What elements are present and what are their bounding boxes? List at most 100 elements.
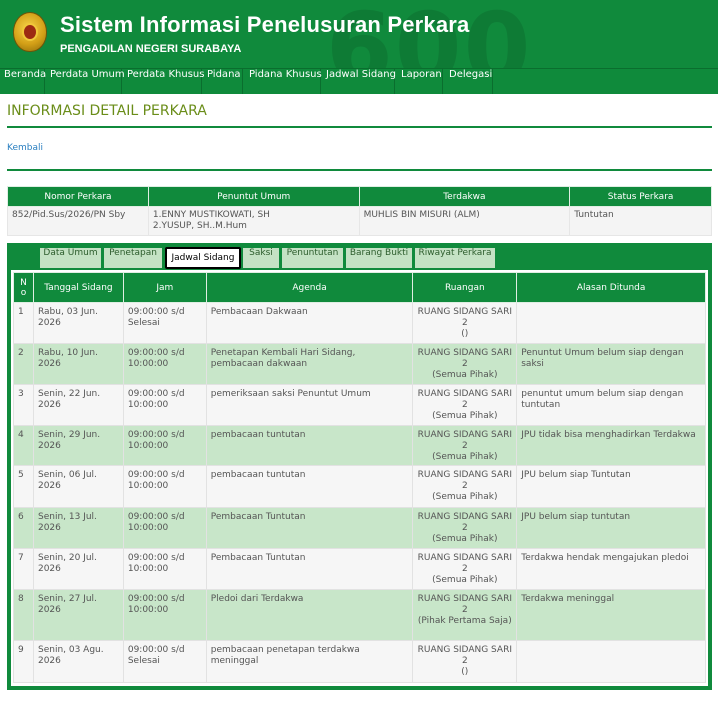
tab-data-umum[interactable]: Data Umum [39, 247, 102, 269]
table-row: 1 Rabu, 03 Jun. 2026 09:00:00 s/d Selesai P… [13, 302, 706, 344]
row-agenda: pembacaan penetapan terdakwa meninggal [205, 640, 414, 683]
col-terdakwa: Terdakwa [358, 186, 571, 207]
row-agenda: Pembacaan Tuntutan [205, 507, 414, 549]
row-alasan: penuntut umum belum siap dengan tuntutan [516, 384, 706, 426]
nav-perdata-umum[interactable]: Perdata Umum [46, 69, 125, 94]
table-row: 4 Senin, 29 Jun. 2026 09:00:00 s/d 10:00:0… [13, 425, 706, 466]
row-ruangan-pihak: () [461, 329, 469, 339]
nav-pidana-khusus[interactable]: Pidana Khusus [245, 69, 322, 94]
row-tanggal: Rabu, 03 Jun. 2026 [32, 302, 124, 344]
row-tanggal: Senin, 22 Jun. 2026 [32, 384, 124, 426]
nav-pidana[interactable]: Pidana [203, 69, 243, 94]
row-agenda: pembacaan tuntutan [205, 465, 414, 508]
row-ruangan: RUANG SIDANG SARI 2 (Semua Pihak) [412, 548, 518, 590]
site-header: 600 Sistem Informasi Penelusuran Perkara… [0, 0, 718, 68]
col-no-line-1: N [20, 277, 27, 288]
back-link[interactable]: Kembali [7, 143, 43, 153]
nav-perdata-khusus[interactable]: Perdata Khusus [123, 69, 204, 94]
row-alasan: JPU belum siap tuntutan [516, 507, 706, 549]
tab-barang-bukti[interactable]: Barang Bukti [345, 247, 413, 269]
row-alasan: Terdakwa hendak mengajukan pledoi [516, 548, 706, 590]
row-tanggal: Senin, 03 Agu. 2026 [32, 640, 124, 683]
table-row: 2 Rabu, 10 Jun. 2026 09:00:00 s/d 10:00:00… [13, 343, 706, 385]
prosecutor-1: 1.ENNY MUSTIKOWATI, SH [152, 210, 270, 220]
title-divider [7, 126, 712, 128]
nav-delegasi[interactable]: Delegasi [445, 69, 493, 94]
row-no: 6 [13, 507, 34, 549]
row-jam: 09:00:00 s/d Selesai [122, 640, 207, 683]
row-ruangan: RUANG SIDANG SARI 2 (Semua Pihak) [412, 507, 518, 549]
row-no: 7 [13, 548, 34, 590]
row-alasan [516, 640, 706, 683]
row-no: 9 [13, 640, 34, 683]
row-tanggal: Senin, 13 Jul. 2026 [32, 507, 124, 549]
row-jam: 09:00:00 s/d 10:00:00 [122, 589, 207, 641]
row-ruangan: RUANG SIDANG SARI 2() [412, 640, 518, 683]
row-no: 1 [13, 302, 34, 344]
site-subtitle: PENGADILAN NEGERI SURABAYA [60, 43, 242, 55]
row-ruangan-name: RUANG SIDANG SARI 2 [417, 512, 512, 533]
row-ruangan: RUANG SIDANG SARI 2() [412, 302, 518, 344]
row-ruangan: RUANG SIDANG SARI 2 (Semua Pihak) [412, 384, 518, 426]
row-ruangan-name: RUANG SIDANG SARI 2 [417, 470, 512, 491]
row-ruangan-pihak: (Semua Pihak) [432, 575, 498, 585]
col-ruangan: Ruangan [412, 272, 518, 303]
detail-panel: Data Umum Penetapan Jadwal Sidang Saksi … [7, 243, 712, 690]
row-ruangan-pihak: (Pihak Pertama Saja) [417, 616, 512, 626]
row-alasan: JPU belum siap Tuntutan [516, 465, 706, 508]
row-jam: 09:00:00 s/d 10:00:00 [122, 343, 207, 385]
col-penuntut-umum: Penuntut Umum [147, 186, 360, 207]
table-row: 8 Senin, 27 Jul. 2026 09:00:00 s/d 10:00:0… [13, 589, 706, 641]
table-row: 3 Senin, 22 Jun. 2026 09:00:00 s/d 10:00:0… [13, 384, 706, 426]
row-alasan: JPU tidak bisa menghadirkan Terdakwa [516, 425, 706, 466]
table-row: 6 Senin, 13 Jul. 2026 09:00:00 s/d 10:00:0… [13, 507, 706, 549]
court-emblem-icon [13, 12, 47, 52]
tab-penuntutan[interactable]: Penuntutan [281, 247, 344, 269]
prosecutors: 1.ENNY MUSTIKOWATI, SH 2.YUSUP, SH..M.Hu… [147, 206, 360, 236]
row-no: 4 [13, 425, 34, 466]
case-status: Tuntutan [569, 206, 712, 236]
row-alasan [516, 302, 706, 344]
col-no-line-2: o [20, 287, 27, 298]
tab-riwayat-perkara[interactable]: Riwayat Perkara [414, 247, 496, 269]
row-ruangan-pihak: (Semua Pihak) [432, 452, 498, 462]
prosecutor-2: 2.YUSUP, SH..M.Hum [152, 221, 247, 231]
section-divider [7, 169, 712, 171]
tab-jadwal-sidang[interactable]: Jadwal Sidang [165, 247, 241, 269]
main-nav: Beranda Perdata Umum Perdata Khusus Pida… [0, 68, 718, 94]
row-alasan: Terdakwa meninggal [516, 589, 706, 641]
nav-beranda[interactable]: Beranda [0, 69, 46, 94]
row-agenda: Pembacaan Tuntutan [205, 548, 414, 590]
col-jam: Jam [122, 272, 207, 303]
case-number: 852/Pid.Sus/2026/PN Sby [7, 206, 149, 236]
case-info-table: Nomor Perkara Penuntut Umum Terdakwa Sta… [7, 186, 712, 236]
row-tanggal: Senin, 06 Jul. 2026 [32, 465, 124, 508]
row-ruangan: RUANG SIDANG SARI 2 (Semua Pihak) [412, 343, 518, 385]
row-ruangan-pihak: (Semua Pihak) [432, 534, 498, 544]
row-jam: 09:00:00 s/d 10:00:00 [122, 384, 207, 426]
site-title: Sistem Informasi Penelusuran Perkara [60, 12, 470, 37]
row-ruangan-name: RUANG SIDANG SARI 2 [417, 389, 512, 410]
row-ruangan-name: RUANG SIDANG SARI 2 [417, 307, 512, 328]
row-ruangan-pihak: () [461, 667, 469, 677]
nav-laporan[interactable]: Laporan [397, 69, 443, 94]
row-no: 5 [13, 465, 34, 508]
tab-saksi[interactable]: Saksi [242, 247, 280, 269]
row-ruangan: RUANG SIDANG SARI 2 (Pihak Pertama Saja) [412, 589, 518, 641]
row-agenda: Pembacaan Dakwaan [205, 302, 414, 344]
row-no: 2 [13, 343, 34, 385]
row-jam: 09:00:00 s/d Selesai [122, 302, 207, 344]
row-agenda: Penetapan Kembali Hari Sidang, pembacaan… [205, 343, 414, 385]
row-jam: 09:00:00 s/d 10:00:00 [122, 548, 207, 590]
col-no: N o [13, 272, 34, 303]
row-ruangan-name: RUANG SIDANG SARI 2 [417, 594, 512, 615]
table-row: 7 Senin, 20 Jul. 2026 09:00:00 s/d 10:00:0… [13, 548, 706, 590]
row-agenda: pembacaan tuntutan [205, 425, 414, 466]
tab-penetapan[interactable]: Penetapan [103, 247, 163, 269]
nav-jadwal-sidang[interactable]: Jadwal Sidang [322, 69, 396, 94]
defendant: MUHLIS BIN MISURI (ALM) [358, 206, 571, 236]
row-tanggal: Senin, 29 Jun. 2026 [32, 425, 124, 466]
row-jam: 09:00:00 s/d 10:00:00 [122, 465, 207, 508]
row-no: 8 [13, 589, 34, 641]
table-row: 9 Senin, 03 Agu. 2026 09:00:00 s/d Selesai… [13, 640, 706, 683]
